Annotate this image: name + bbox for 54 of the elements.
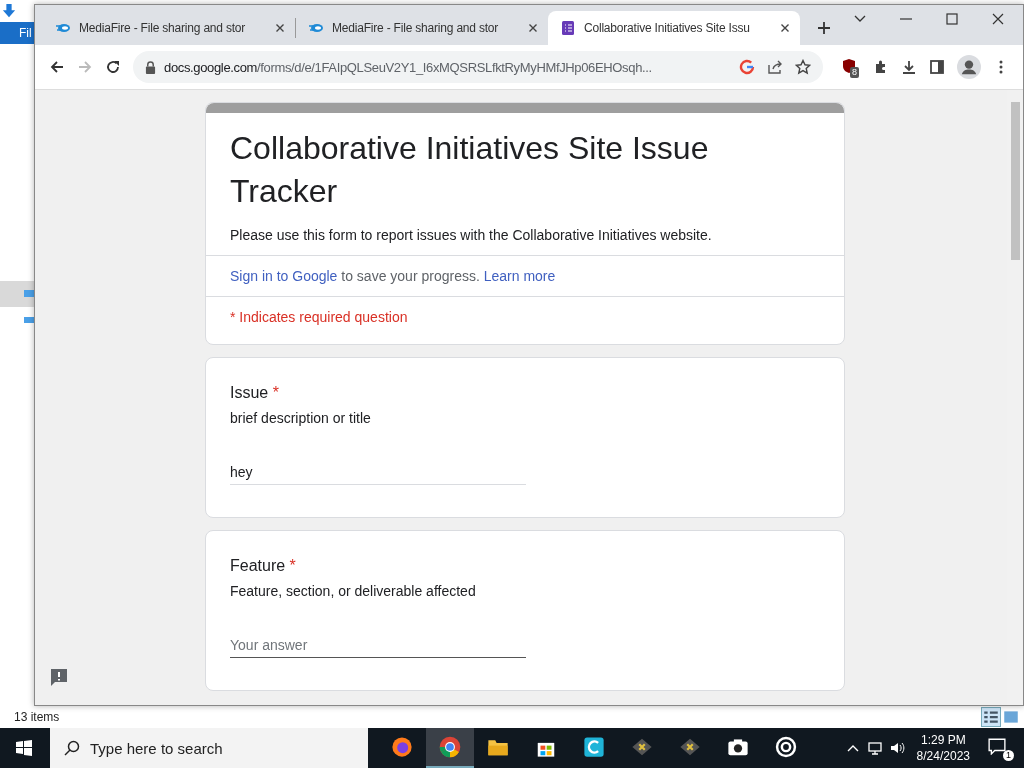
lock-icon[interactable] — [145, 60, 156, 74]
feedback-icon[interactable] — [49, 667, 69, 687]
status-text: 13 items — [14, 710, 60, 724]
search-icon — [64, 740, 80, 756]
c-app-icon — [583, 736, 605, 758]
sign-in-note: Sign in to Google to save your progress. Learn more — [206, 255, 844, 297]
extension-badge: 8 — [850, 67, 859, 78]
learn-more-link[interactable]: Learn more — [483, 268, 556, 284]
new-tab-plus-icon[interactable] — [817, 21, 831, 35]
windows-start-icon[interactable] — [16, 740, 32, 756]
clock-date[interactable]: 8/24/2023 — [916, 748, 970, 764]
download-icon[interactable] — [2, 3, 16, 19]
ring-app-icon — [775, 736, 797, 758]
diamond-app-icon — [631, 736, 653, 758]
back-icon[interactable] — [49, 59, 65, 75]
clock-time[interactable]: 1:29 PM — [920, 732, 966, 748]
reload-icon[interactable] — [105, 59, 121, 75]
taskbar-search-field[interactable]: Type here to search — [50, 728, 368, 768]
url-text: docs.google.com/forms/d/e/1FAIpQLSeuV2Y1_I6xMQSRSLfktRyMyHMfJHp06EHOsqh... — [164, 59, 653, 75]
diamond-app-icon — [679, 736, 701, 758]
side-panel-icon[interactable] — [929, 59, 945, 75]
address-bar[interactable]: docs.google.com/forms/d/e/1FAIpQLSeuV2Y1_I6xMQSRSLfktRyMyHMfJHp06EHOsqh... — [133, 51, 823, 83]
form-description: Please use this form to report issues with the Collaborative Initiatives website. — [230, 227, 713, 243]
question-title: Issue * — [230, 384, 279, 402]
firefox-icon — [391, 736, 413, 758]
google-icon[interactable] — [739, 59, 755, 75]
required-note: * Indicates required question — [229, 308, 409, 327]
maximize-icon[interactable] — [945, 12, 959, 26]
speaker-icon[interactable] — [888, 740, 905, 756]
form-favicon-icon[interactable] — [560, 20, 576, 36]
profile-icon[interactable] — [957, 55, 981, 79]
details-view-icon[interactable] — [982, 708, 1000, 726]
chrome-icon — [439, 736, 461, 758]
question-description: brief description or title — [230, 410, 371, 426]
browser-tab[interactable]: MediaFire - File sharing and stor — [43, 11, 295, 45]
camera-icon — [727, 736, 749, 758]
sign-in-link[interactable]: Sign in to Google — [230, 268, 338, 284]
question-title: Feature * — [230, 557, 296, 575]
browser-tab[interactable]: MediaFire - File sharing and stor — [296, 11, 548, 45]
notification-count: 1 — [1003, 750, 1014, 761]
question-description: Feature, section, or deliverable affected — [230, 583, 476, 599]
form-title: Collaborative Initiatives Site Issue Tracker — [230, 129, 710, 211]
tab-title: Collaborative Initiatives Site Issu — [584, 21, 751, 35]
close-icon[interactable] — [991, 12, 1005, 26]
file-tab[interactable]: Fil — [0, 22, 34, 44]
download-icon[interactable] — [901, 59, 917, 75]
tab-title: MediaFire - File sharing and stor — [79, 21, 247, 35]
star-icon[interactable] — [795, 59, 811, 75]
scrollbar-thumb[interactable] — [1010, 102, 1020, 260]
large-icons-view-icon[interactable] — [1002, 708, 1020, 726]
browser-tab[interactable]: Collaborative Initiatives Site Issu — [548, 11, 800, 45]
share-icon[interactable] — [767, 59, 783, 75]
tab-title: MediaFire - File sharing and stor — [332, 21, 500, 35]
taskbar-search-input[interactable]: Type here to search — [88, 738, 352, 758]
